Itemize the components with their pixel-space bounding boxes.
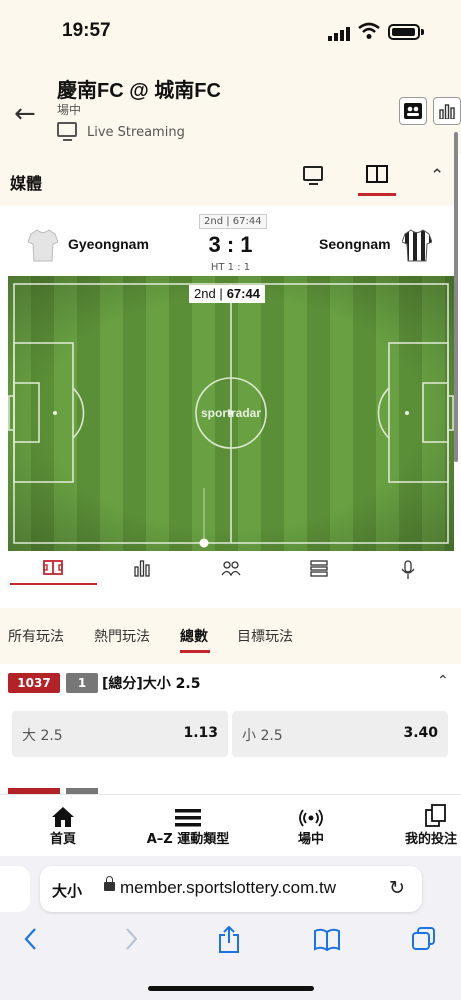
home-indicator (148, 986, 314, 991)
lineup-tab-icon[interactable] (221, 560, 241, 576)
stats-button[interactable] (433, 97, 461, 125)
tab-totals[interactable]: 總數 (180, 626, 208, 646)
tab-popular-markets[interactable]: 熱門玩法 (94, 626, 150, 646)
live-icon (299, 809, 323, 827)
clock-time: 67:44 (226, 286, 260, 301)
nav-sports-az[interactable]: A–Z 運動類型 (128, 800, 248, 847)
bar-chart-icon (439, 104, 455, 119)
back-icon[interactable] (22, 926, 40, 952)
market-number-badge: 1 (66, 673, 98, 693)
nav-home-label: 首頁 (49, 832, 76, 847)
text-size-button[interactable]: 大小 (52, 880, 82, 901)
nav-sports-az-label: A–Z 運動類型 (146, 832, 230, 847)
tab-goal-markets[interactable]: 目標玩法 (237, 626, 293, 646)
match-title: 慶南FC @ 城南FC (57, 80, 221, 102)
market-collapse-icon[interactable]: ⌃ (437, 673, 449, 689)
menu-icon (175, 809, 201, 827)
market-tabs-bar (0, 608, 461, 664)
signal-icon (328, 27, 350, 41)
tab-all-markets[interactable]: 所有玩法 (8, 626, 64, 646)
back-arrow-icon[interactable]: ← (14, 99, 36, 129)
microphone-tab-icon[interactable] (401, 560, 415, 580)
market-title: [總分]大小 2.5 (102, 676, 201, 692)
nav-home[interactable]: 首頁 (28, 800, 98, 847)
match-status: 場中 (57, 103, 82, 117)
tracker-tab-icon[interactable] (366, 165, 388, 183)
odds-label: 大 2.5 (22, 728, 63, 744)
video-tab-icon[interactable] (303, 166, 323, 185)
halftime-score: HT 1 : 1 (210, 262, 251, 273)
odds-value: 1.13 (183, 725, 218, 741)
media-tab-underline (358, 193, 396, 196)
collapse-chevron-icon[interactable]: ⌃ (430, 166, 444, 186)
market-id-badge: 1037 (8, 673, 60, 693)
lock-icon (104, 876, 115, 891)
match-tracker-pitch: sportradar (8, 276, 454, 551)
live-streaming-link[interactable]: Live Streaming (87, 125, 185, 140)
market-tab-underline (180, 650, 210, 653)
list-tab-icon[interactable] (310, 560, 328, 577)
clock-period: 2nd (194, 286, 216, 301)
home-icon (52, 807, 74, 827)
match-score: 3 : 1 (208, 232, 253, 257)
tabs-icon[interactable] (411, 926, 437, 952)
odds-label: 小 2.5 (242, 728, 283, 744)
nav-live[interactable]: 場中 (276, 800, 346, 847)
reload-icon[interactable]: ↻ (389, 877, 405, 899)
copy-icon (425, 804, 446, 827)
odds-button-under[interactable]: 小 2.5 3.40 (232, 711, 448, 757)
forward-icon[interactable] (122, 926, 140, 952)
scrollbar[interactable] (454, 132, 458, 462)
bookmarks-icon[interactable] (313, 926, 341, 952)
lineup-button[interactable] (399, 97, 427, 125)
nav-live-label: 場中 (297, 832, 324, 847)
text-size-label: 大小 (52, 882, 83, 900)
pitch-tab-icon[interactable] (43, 560, 63, 576)
tv-icon[interactable] (57, 122, 77, 141)
tracker-tab-underline (10, 583, 97, 585)
match-clock: 2nd | 67:44 (189, 285, 265, 303)
media-label: 媒體 (10, 174, 43, 193)
next-market-peek (8, 788, 98, 794)
sportradar-watermark: sportradar (201, 406, 261, 420)
wifi-icon (358, 22, 380, 39)
url-text[interactable]: member.sportslottery.com.tw (120, 878, 336, 898)
odds-button-over[interactable]: 大 2.5 1.13 (12, 711, 228, 757)
battery-tip (421, 29, 424, 35)
period-chip: 2nd | 67:44 (199, 214, 267, 229)
nav-my-bets[interactable]: 我的投注 (395, 800, 461, 847)
odds-value: 3.40 (403, 725, 438, 741)
stats-tab-icon[interactable] (134, 560, 150, 577)
share-icon[interactable] (217, 926, 241, 954)
battery-icon (388, 24, 420, 40)
status-time: 19:57 (62, 20, 111, 41)
previous-tab-peek[interactable] (0, 866, 30, 912)
nav-my-bets-label: 我的投注 (405, 832, 458, 847)
lineup-icon (404, 103, 422, 119)
